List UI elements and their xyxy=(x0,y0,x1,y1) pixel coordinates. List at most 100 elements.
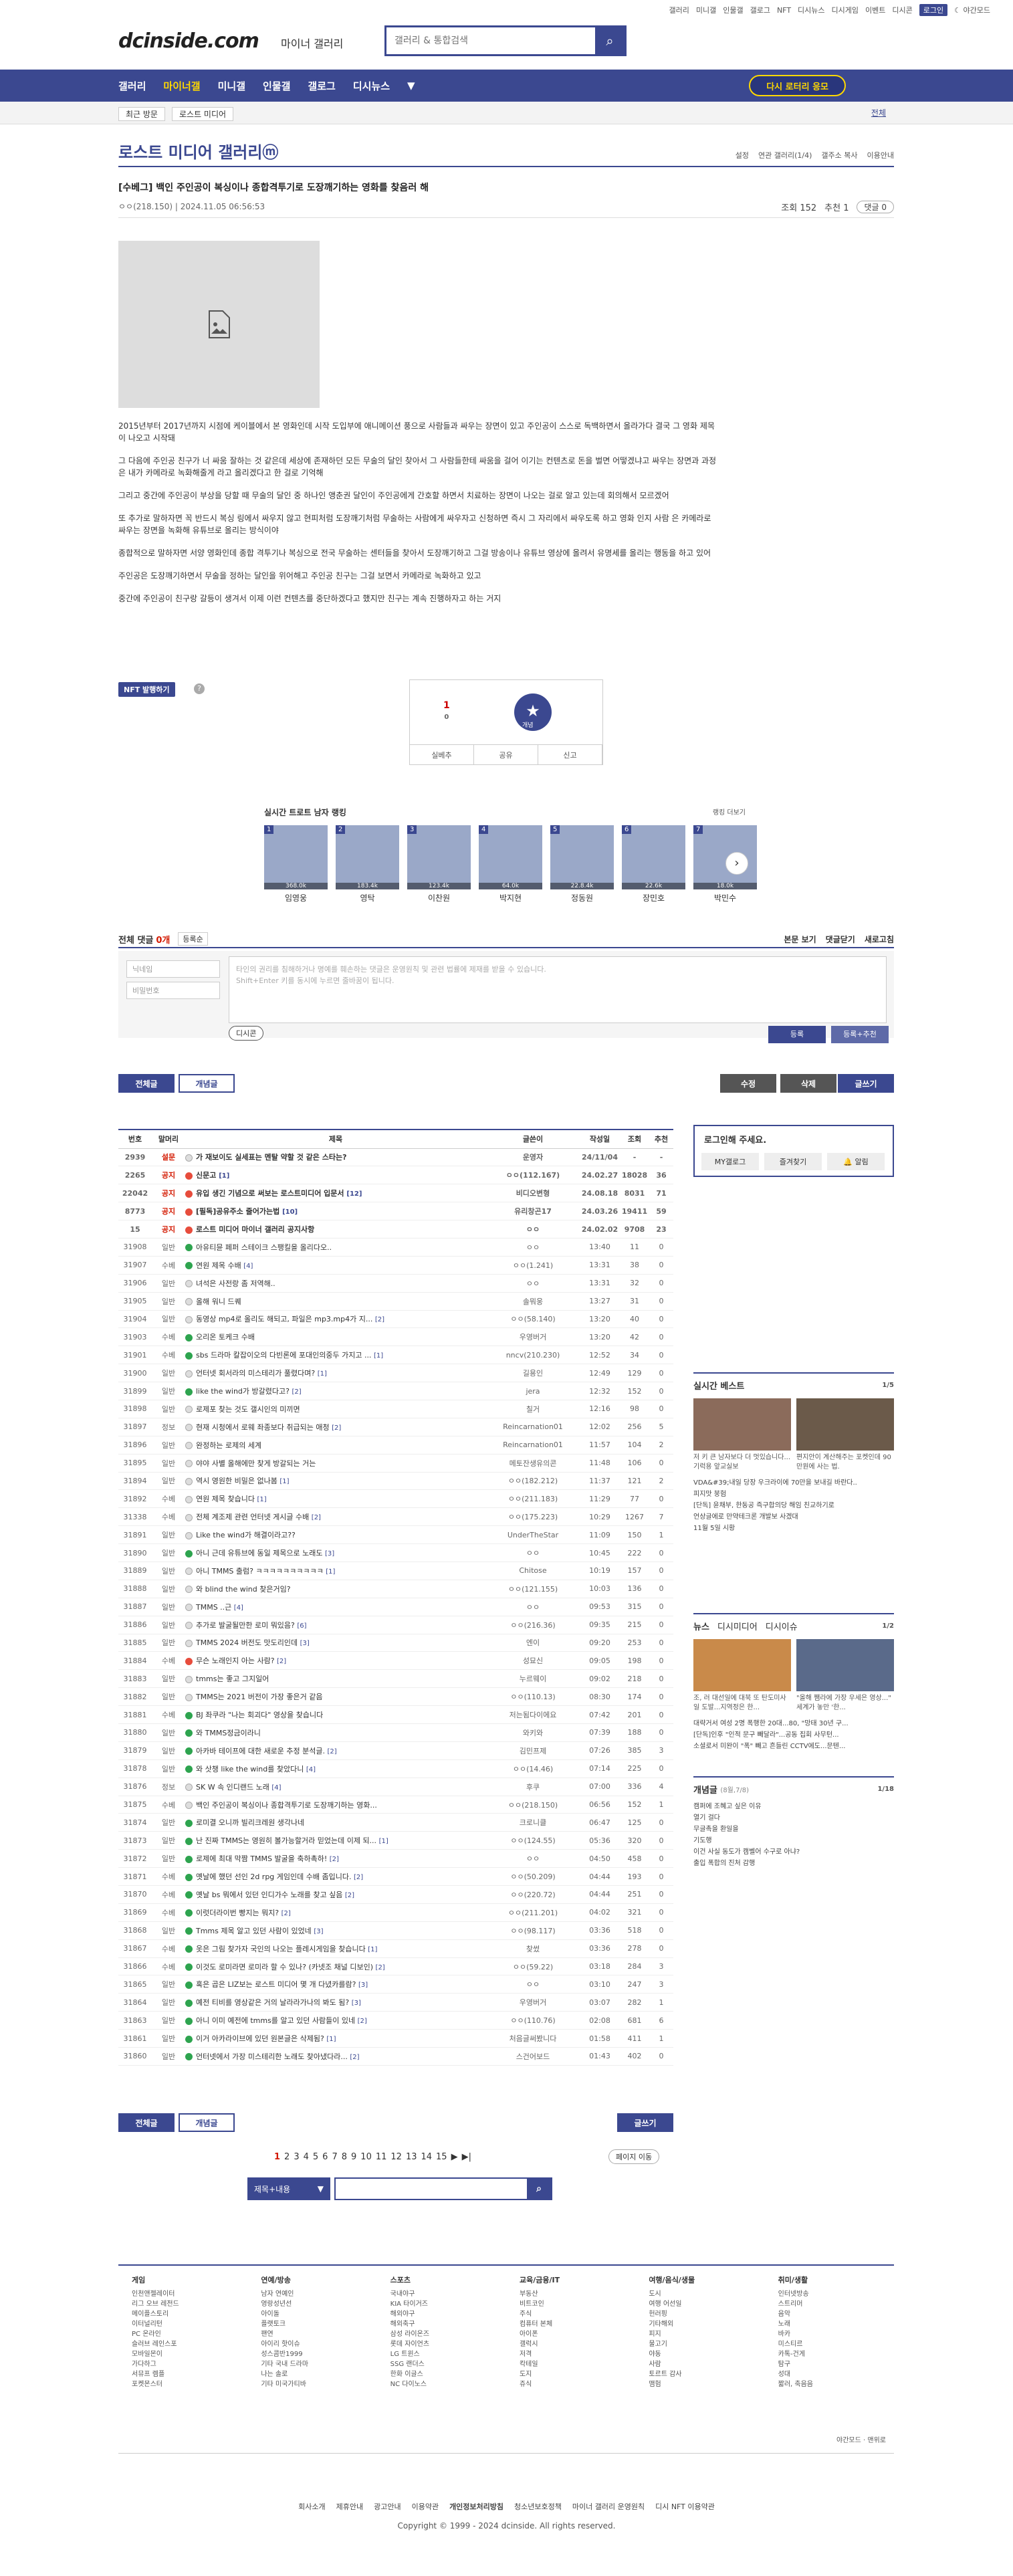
post-writer[interactable]: Chitose xyxy=(486,1562,580,1580)
footer-link[interactable]: 물고기 xyxy=(649,2339,751,2349)
reply-count[interactable]: [3] xyxy=(352,2000,361,2007)
post-writer[interactable]: 운영자 xyxy=(486,1148,580,1167)
all-posts-button[interactable]: 전체글 xyxy=(118,1074,175,1093)
post-writer[interactable]: ㅇㅇ(59.22) xyxy=(486,1957,580,1976)
search-input[interactable] xyxy=(386,27,595,54)
footer-link[interactable]: 롯데 자이언츠 xyxy=(390,2339,493,2349)
post-title-link[interactable]: 혹은 곱은 LIZ보는 로스트 미디어 몇 개 다녔카를람? [3] xyxy=(185,1975,486,1994)
table-row[interactable]: 31869 수베 이럿더라이번 빵지는 뭐지? [2] ㅇㅇ(211.201) 04:0… xyxy=(118,1903,673,1922)
ranking-card[interactable]: 6 22.6k 장민호 xyxy=(622,825,685,903)
reply-count[interactable]: [2] xyxy=(330,1856,339,1863)
reply-count[interactable]: [2] xyxy=(328,1748,337,1755)
post-title-link[interactable]: 아니 이미 예전에 tmms를 알고 있던 사람들이 있네 [2] xyxy=(185,2011,486,2030)
revisit-lottery-button[interactable]: 다시 로터리 응모 xyxy=(749,75,846,96)
post-comment-count[interactable]: 댓글 0 xyxy=(857,201,894,213)
post-writer[interactable]: ㅇㅇ(218.150) xyxy=(486,1796,580,1814)
post-writer[interactable]: ㅇㅇ xyxy=(486,1975,580,1994)
reply-count[interactable]: [3] xyxy=(300,1640,310,1647)
footer-link[interactable]: 슬러브 레인스포 xyxy=(132,2339,234,2349)
post-title-link[interactable]: 이것도 로미라면 로미라 할 수 있나? (카넷조 채널 디보인) [2] xyxy=(185,1957,486,1976)
footer-link[interactable]: 저격 xyxy=(520,2349,622,2359)
post-title-link[interactable]: 로제에 최대 막짬 TMMS 발굴을 축하촉하! [2] xyxy=(185,1849,486,1868)
notification-button[interactable]: 🔔 알림 xyxy=(827,1153,885,1170)
comment-submit-button[interactable]: 등록 xyxy=(768,1026,826,1043)
table-row[interactable]: 31867 수베 옷은 그림 찾가자 국인의 나오는 플레시게임을 찾습니다 [1]… xyxy=(118,1939,673,1958)
footer-link[interactable]: 기타해외 xyxy=(649,2319,751,2329)
footer-link[interactable]: 여행 어선일 xyxy=(649,2299,751,2309)
footer-link[interactable]: 토르트 감사 xyxy=(649,2369,751,2379)
recommend-count[interactable]: 10 xyxy=(443,700,450,722)
util-mini[interactable]: 미니갤 xyxy=(696,5,716,15)
footer-link[interactable]: 서뮤프 렘플 xyxy=(132,2369,234,2379)
reply-count[interactable]: [3] xyxy=(325,1550,334,1558)
reply-count[interactable]: [2] xyxy=(277,1658,286,1665)
news-item[interactable]: 소셜로서 미완이 "폭" 빼고 흔들린 CCTV에도...문텐... xyxy=(693,1741,894,1752)
favorites-button[interactable]: 즐겨찾기 xyxy=(764,1153,822,1170)
best-item[interactable]: 언상글에로 만약테크론 개발보 사겠대 xyxy=(693,1511,894,1523)
table-row[interactable]: 31881 수베 BJ 좌쿠라 "나는 회괴다" 영상을 찾습니다 저는됨다이에요 0… xyxy=(118,1705,673,1724)
silbe-button[interactable]: 실베추 xyxy=(410,745,474,764)
news-pager[interactable]: 1/2 xyxy=(882,1622,894,1630)
post-writer[interactable]: ㅇㅇ(50.209) xyxy=(486,1867,580,1887)
table-row[interactable]: 31876 정보 SK W 속 인디랜드 노래 [4] 후쿠 07:00 336 4 xyxy=(118,1778,673,1796)
post-writer[interactable]: 솔뭐웅 xyxy=(486,1292,580,1311)
reply-count[interactable]: [1] xyxy=(368,1946,377,1953)
post-title-link[interactable]: 옛날에 했던 선인 2d rpg 게임인데 수배 좀입니다. [2] xyxy=(185,1867,486,1887)
footer-link[interactable]: KIA 타이거즈 xyxy=(390,2299,493,2309)
footer-link[interactable]: 기타 미국가티바 xyxy=(261,2379,363,2389)
post-writer[interactable]: 크로니클 xyxy=(486,1813,580,1832)
footer-menu-link[interactable]: 디시 NFT 이용약관 xyxy=(655,2501,715,2512)
post-writer[interactable]: 성묘신 xyxy=(486,1651,580,1671)
table-row[interactable]: 31882 일반 TMMS는 2021 버전이 가장 좋은거 같음 ㅇㅇ(110.1… xyxy=(118,1687,673,1707)
footer-column-title[interactable]: 게임 xyxy=(132,2275,234,2285)
copy-address-link[interactable]: 갤주소 복사 xyxy=(821,150,857,160)
recent-visit-button[interactable]: 최근 방문 xyxy=(118,107,165,121)
login-prompt[interactable]: 로그인해 주세요. xyxy=(704,1133,766,1146)
table-row[interactable]: 31871 수베 옛날에 했던 선인 2d rpg 게임인데 수배 좀입니다. [2… xyxy=(118,1867,673,1887)
post-title-link[interactable]: tmms는 좋고 그지일어 xyxy=(185,1669,486,1689)
comment-submit-reco-button[interactable]: 등록+추천 xyxy=(831,1026,889,1043)
post-title-link[interactable]: 무슨 노래인지 아는 사람? [2] xyxy=(185,1651,486,1671)
view-body-link[interactable]: 본문 보기 xyxy=(784,934,816,945)
footer-link[interactable]: 해외야구 xyxy=(390,2309,493,2319)
recent-visit-item[interactable]: 로스트 미디어 xyxy=(171,107,234,121)
post-title-link[interactable]: 이럿더라이번 빵지는 뭐지? [2] xyxy=(185,1903,486,1922)
page-link[interactable]: 6 xyxy=(322,2152,328,2162)
table-row[interactable]: 31896 일반 완정하는 로제의 세계 Reincarnation01 11:57 1… xyxy=(118,1436,673,1455)
footer-link[interactable]: 성스콤반1999 xyxy=(261,2349,363,2359)
footer-link[interactable]: 카톡-건게 xyxy=(778,2349,881,2359)
ranking-card[interactable]: 3 123.4k 이찬원 xyxy=(407,825,471,903)
post-title-link[interactable]: 전체 계조제 관련 언터넷 게시글 수배 [2] xyxy=(185,1507,486,1527)
nav-dcnews[interactable]: 디시뉴스 xyxy=(353,79,390,93)
best-pager[interactable]: 1/5 xyxy=(882,1382,894,1389)
table-row[interactable]: 31866 수베 이것도 로미라면 로미라 할 수 있나? (카넷조 채널 디보인)… xyxy=(118,1957,673,1976)
news-item[interactable]: [단독]인후 "인적 문구 빼달라"...공동 집회 사무턴... xyxy=(693,1729,894,1741)
concept-item[interactable]: 기도행 xyxy=(693,1835,894,1846)
post-writer[interactable]: 후쿠 xyxy=(486,1778,580,1796)
post-title-link[interactable]: [필독]공유주소 줄어가는법 [10] xyxy=(185,1202,486,1221)
footer-link[interactable]: 짧러, 축음음 xyxy=(778,2379,881,2389)
page-link[interactable]: 4 xyxy=(304,2152,309,2162)
footer-column-title[interactable]: 취미/생활 xyxy=(778,2275,881,2285)
concept-item[interactable]: 이건 사실 동도가 캠벨어 수구로 아냐? xyxy=(693,1846,894,1858)
post-writer[interactable]: ㅇㅇ(182.212) xyxy=(486,1472,580,1491)
post-title-link[interactable]: 완정하는 로제의 세계 xyxy=(185,1436,486,1455)
footer-link[interactable]: 포켓몬스터 xyxy=(132,2379,234,2389)
post-writer[interactable]: 찾썼 xyxy=(486,1939,580,1958)
footer-menu-link[interactable]: 회사소개 xyxy=(298,2501,325,2512)
reply-count[interactable]: [3] xyxy=(314,1928,323,1935)
nav-gallery[interactable]: 갤러리 xyxy=(118,79,146,93)
post-title-link[interactable]: Tmms 제목 알고 있던 사람이 있었네 [3] xyxy=(185,1921,486,1940)
usage-guide-link[interactable]: 이용안내 xyxy=(867,150,894,160)
reply-count[interactable]: [1] xyxy=(379,1838,388,1845)
post-writer[interactable]: ㅇㅇ(110.13) xyxy=(486,1687,580,1707)
edit-button[interactable]: 수정 xyxy=(720,1074,776,1093)
table-row[interactable]: 31887 일반 TMMS ..근 [4] ㅇㅇ 09:53 315 0 xyxy=(118,1598,673,1616)
reply-count[interactable]: [6] xyxy=(297,1622,306,1630)
footer-link[interactable]: SSG 랜더스 xyxy=(390,2359,493,2369)
reply-count[interactable]: [2] xyxy=(312,1514,321,1521)
bottom-search-input[interactable]: ⌕ xyxy=(334,2177,552,2200)
ranking-card[interactable]: 4 64.0k 박지현 xyxy=(479,825,542,903)
table-row[interactable]: 31874 일반 로미결 오니까 빌리크레원 생각나네 크로니클 06:47 125 0 xyxy=(118,1813,673,1832)
reply-count[interactable]: [2] xyxy=(345,1892,354,1899)
